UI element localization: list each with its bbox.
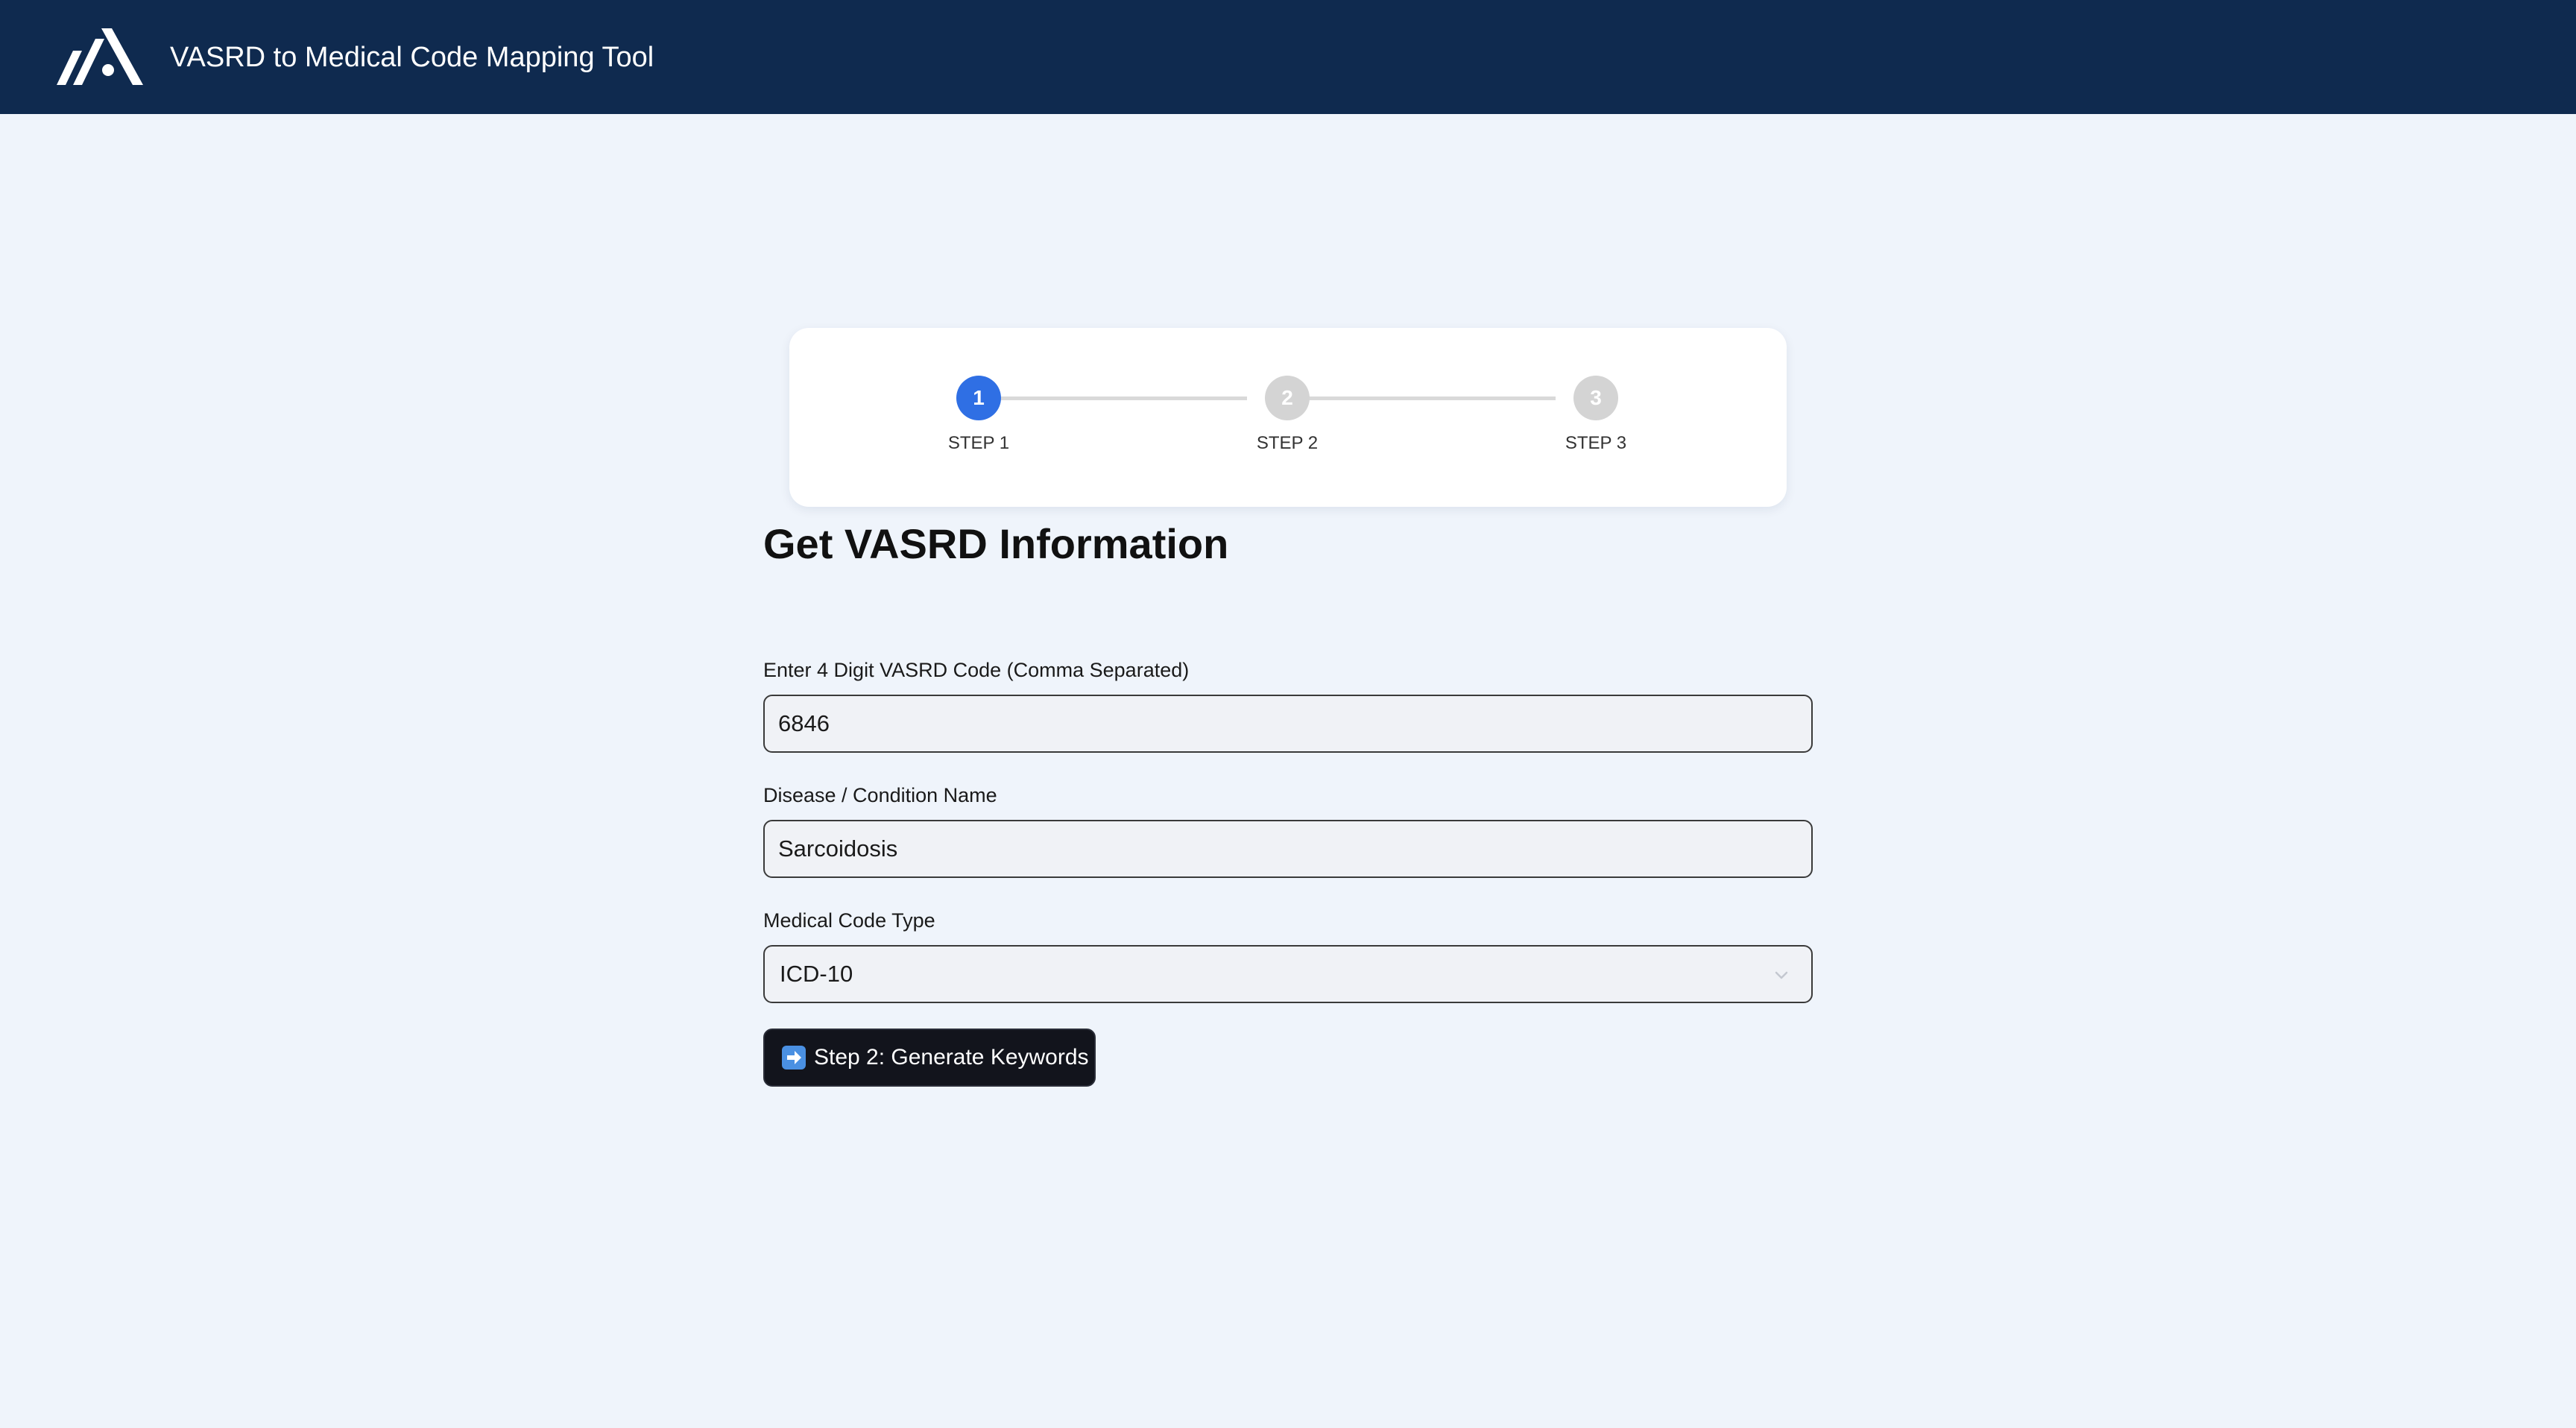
vasrd-code-input[interactable] <box>765 696 1811 751</box>
page-title: Get VASRD Information <box>763 520 1229 567</box>
app-title: VASRD to Medical Code Mapping Tool <box>170 42 654 73</box>
step-1-circle: 1 <box>956 376 1001 420</box>
step-2-circle: 2 <box>1265 376 1310 420</box>
condition-name-field[interactable] <box>763 820 1813 878</box>
code-type-select[interactable]: ICD-10 <box>763 945 1813 1003</box>
stepper: 1 STEP 1 2 STEP 2 3 STEP 3 <box>789 328 1787 507</box>
generate-keywords-button[interactable]: Step 2: Generate Keywords <box>763 1029 1096 1087</box>
generate-keywords-label: Step 2: Generate Keywords <box>814 1045 1089 1070</box>
step-2[interactable]: 2 STEP 2 <box>1228 376 1347 455</box>
vasrd-code-field[interactable] <box>763 695 1813 753</box>
chevron-down-icon <box>1775 971 1788 979</box>
condition-name-label: Disease / Condition Name <box>763 784 997 806</box>
code-type-selected-value: ICD-10 <box>780 961 853 987</box>
step-2-label: STEP 2 <box>1256 433 1319 453</box>
code-type-label: Medical Code Type <box>763 909 935 932</box>
step-3-circle: 3 <box>1573 376 1618 420</box>
step-1[interactable]: 1 STEP 1 <box>919 376 1038 455</box>
step-3[interactable]: 3 STEP 3 <box>1536 376 1655 455</box>
condition-name-input[interactable] <box>765 821 1811 876</box>
app-header: VASRD to Medical Code Mapping Tool <box>0 0 2576 114</box>
step-1-label: STEP 1 <box>947 433 1010 453</box>
step-3-label: STEP 3 <box>1565 433 1627 453</box>
right-arrow-icon <box>782 1046 806 1070</box>
mountain-logo-icon[interactable] <box>57 28 143 85</box>
vasrd-code-label: Enter 4 Digit VASRD Code (Comma Separate… <box>763 659 1190 681</box>
